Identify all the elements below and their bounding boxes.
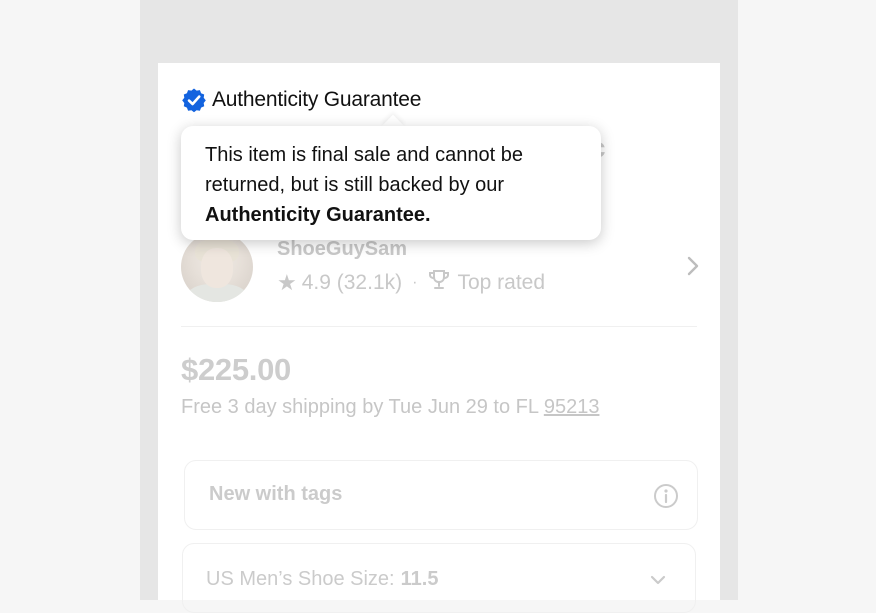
info-icon[interactable]: [653, 483, 679, 509]
shipping-info: Free 3 day shipping by Tue Jun 29 to FL …: [181, 396, 599, 419]
seller-rating: 4.9 (32.1k): [301, 271, 403, 294]
trophy-icon: [427, 268, 457, 298]
seller-meta: ★ 4.9 (32.1k) · Top rated: [277, 268, 545, 298]
tooltip-bold: Authenticity Guarantee.: [205, 204, 431, 226]
tooltip-body: This item is final sale and cannot be re…: [205, 144, 523, 196]
size-selector[interactable]: US Men’s Shoe Size: 11.5: [182, 543, 696, 613]
tooltip-text: This item is final sale and cannot be re…: [205, 140, 581, 230]
condition-box[interactable]: New with tags: [184, 460, 698, 530]
divider: [181, 326, 697, 327]
authenticity-guarantee-label: Authenticity Guarantee: [212, 88, 422, 111]
seller-badge: Top rated: [457, 271, 546, 294]
chevron-right-icon: [687, 256, 699, 276]
zip-code-link[interactable]: 95213: [544, 396, 600, 418]
size-label-text: US Men’s Shoe Size:: [206, 568, 395, 590]
shipping-text: Free 3 day shipping by Tue Jun 29 to FL: [181, 396, 539, 418]
chevron-down-icon: [650, 575, 666, 585]
size-value: 11.5: [400, 568, 439, 590]
size-label: US Men’s Shoe Size: 11.5: [206, 568, 438, 591]
seller-name: ShoeGuySam: [277, 238, 408, 260]
condition-label: New with tags: [209, 483, 343, 505]
star-icon: ★: [277, 270, 297, 295]
verified-badge-icon: [181, 87, 207, 113]
separator-dot: ·: [412, 274, 418, 291]
seller-row[interactable]: ShoeGuySam ★ 4.9 (32.1k) · Top rated: [181, 232, 701, 304]
authenticity-tooltip: This item is final sale and cannot be re…: [181, 126, 601, 240]
authenticity-guarantee-row[interactable]: Authenticity Guarantee: [181, 86, 421, 114]
price: $225.00: [181, 352, 291, 387]
seller-avatar: [181, 232, 253, 302]
